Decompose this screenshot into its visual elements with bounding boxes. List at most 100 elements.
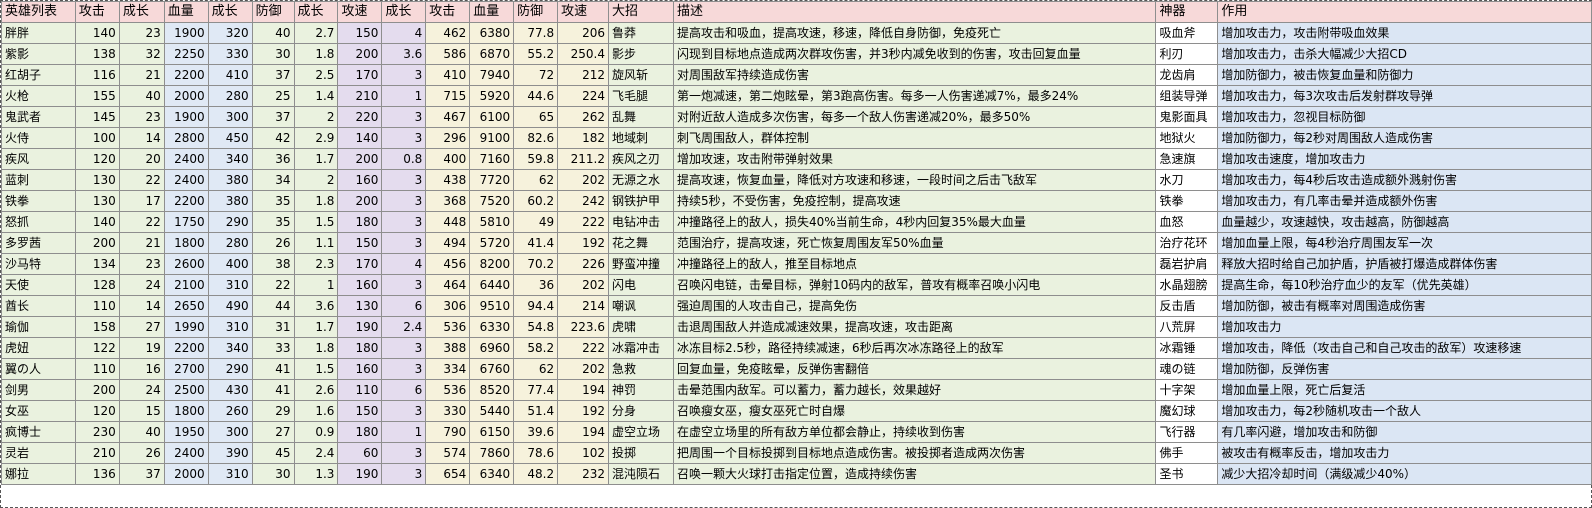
cell-artifact[interactable]: 佛手 xyxy=(1155,442,1219,464)
cell-attack-speed[interactable]: 190 xyxy=(337,316,383,338)
cell-hp-growth[interactable]: 320 xyxy=(207,22,253,44)
cell-ultimate[interactable]: 电钻冲击 xyxy=(608,211,674,233)
cell-ultimate[interactable]: 野蛮冲撞 xyxy=(608,253,674,275)
cell-defense-growth[interactable]: 2.9 xyxy=(293,127,339,149)
cell-artifact[interactable]: 地狱火 xyxy=(1155,127,1219,149)
cell-max-attack[interactable]: 456 xyxy=(425,253,471,275)
cell-max-defense[interactable]: 59.8 xyxy=(513,148,559,170)
cell-max-hp[interactable]: 6380 xyxy=(469,22,515,44)
cell-defense[interactable]: 35 xyxy=(251,211,295,233)
cell-defense-growth[interactable]: 3.6 xyxy=(293,295,339,317)
cell-defense-growth[interactable]: 1.8 xyxy=(293,190,339,212)
cell-max-hp[interactable]: 5810 xyxy=(469,211,515,233)
cell-max-attack-speed[interactable]: 202 xyxy=(557,169,610,191)
cell-max-attack[interactable]: 574 xyxy=(425,442,471,464)
cell-effect[interactable]: 被攻击有概率反击，增加攻击力 xyxy=(1217,442,1592,464)
cell-max-hp[interactable]: 6440 xyxy=(469,274,515,296)
cell-hp[interactable]: 2250 xyxy=(163,43,209,65)
cell-attack-growth[interactable]: 14 xyxy=(118,295,165,317)
cell-artifact[interactable]: 吸血斧 xyxy=(1155,22,1219,44)
cell-hero-name[interactable]: 紫影 xyxy=(1,43,76,65)
cell-defense[interactable]: 35 xyxy=(251,190,295,212)
cell-artifact[interactable]: 八荒屏 xyxy=(1155,316,1219,338)
cell-hp[interactable]: 1900 xyxy=(163,22,209,44)
cell-speed-growth[interactable]: 2.4 xyxy=(381,316,427,338)
cell-defense-growth[interactable]: 1.6 xyxy=(293,400,339,422)
cell-ultimate[interactable]: 乱舞 xyxy=(608,106,674,128)
header-hp[interactable]: 血量 xyxy=(163,1,209,23)
cell-attack-speed[interactable]: 180 xyxy=(337,337,383,359)
cell-hp[interactable]: 2700 xyxy=(163,358,209,380)
header-hp-growth[interactable]: 成长 xyxy=(207,1,253,23)
cell-effect[interactable]: 提高生命，每10秒治疗血少的友军（优先英雄） xyxy=(1217,274,1592,296)
cell-hp[interactable]: 1900 xyxy=(163,106,209,128)
cell-max-hp[interactable]: 7720 xyxy=(469,169,515,191)
cell-defense-growth[interactable]: 1.5 xyxy=(293,211,339,233)
cell-hero-name[interactable]: 灵岩 xyxy=(1,442,76,464)
cell-artifact[interactable]: 圣书 xyxy=(1155,463,1219,485)
cell-defense[interactable]: 45 xyxy=(251,442,295,464)
cell-artifact[interactable]: 磊岩护肩 xyxy=(1155,253,1219,275)
cell-max-attack[interactable]: 715 xyxy=(425,85,471,107)
cell-max-hp[interactable]: 7520 xyxy=(469,190,515,212)
cell-max-attack[interactable]: 464 xyxy=(425,274,471,296)
cell-defense[interactable]: 41 xyxy=(251,379,295,401)
cell-effect[interactable]: 增加攻击速度，增加攻击力 xyxy=(1217,148,1592,170)
cell-description[interactable]: 在虚空立场里的所有敌方单位都会静止，持续收到伤害 xyxy=(672,421,1157,443)
cell-max-attack-speed[interactable]: 224 xyxy=(557,85,610,107)
cell-effect[interactable]: 释放大招时给自己加护盾，护盾被打爆造成群体伤害 xyxy=(1217,253,1592,275)
cell-attack-growth[interactable]: 21 xyxy=(118,232,165,254)
cell-hp[interactable]: 2200 xyxy=(163,190,209,212)
cell-ultimate[interactable]: 冰霜冲击 xyxy=(608,337,674,359)
cell-max-hp[interactable]: 6960 xyxy=(469,337,515,359)
cell-ultimate[interactable]: 投掷 xyxy=(608,442,674,464)
header-attack-growth[interactable]: 成长 xyxy=(118,1,165,23)
cell-max-attack-speed[interactable]: 232 xyxy=(557,463,610,485)
cell-hero-name[interactable]: 女巫 xyxy=(1,400,76,422)
cell-max-attack[interactable]: 790 xyxy=(425,421,471,443)
cell-speed-growth[interactable]: 3 xyxy=(381,211,427,233)
cell-max-defense[interactable]: 54.8 xyxy=(513,316,559,338)
cell-max-defense[interactable]: 77.8 xyxy=(513,22,559,44)
cell-attack[interactable]: 200 xyxy=(74,232,120,254)
cell-hero-name[interactable]: 火枪 xyxy=(1,85,76,107)
cell-attack-speed[interactable]: 190 xyxy=(337,463,383,485)
cell-ultimate[interactable]: 混沌陨石 xyxy=(608,463,674,485)
cell-hp-growth[interactable]: 340 xyxy=(207,337,253,359)
cell-hero-name[interactable]: 红胡子 xyxy=(1,64,76,86)
cell-attack-growth[interactable]: 20 xyxy=(118,148,165,170)
cell-effect[interactable]: 增加攻击力，每4秒后攻击造成额外溅射伤害 xyxy=(1217,169,1592,191)
cell-attack-speed[interactable]: 200 xyxy=(337,190,383,212)
cell-attack[interactable]: 120 xyxy=(74,400,120,422)
cell-max-attack[interactable]: 448 xyxy=(425,211,471,233)
cell-attack[interactable]: 134 xyxy=(74,253,120,275)
cell-hp-growth[interactable]: 310 xyxy=(207,463,253,485)
cell-max-defense[interactable]: 48.2 xyxy=(513,463,559,485)
cell-defense[interactable]: 22 xyxy=(251,274,295,296)
cell-effect[interactable]: 增加攻击力，每2秒随机攻击一个敌人 xyxy=(1217,400,1592,422)
cell-speed-growth[interactable]: 3 xyxy=(381,337,427,359)
cell-description[interactable]: 闪现到目标地点造成两次群攻伤害，并3秒内减免收到的伤害，攻击回复血量 xyxy=(672,43,1157,65)
cell-max-attack-speed[interactable]: 202 xyxy=(557,358,610,380)
cell-hp-growth[interactable]: 490 xyxy=(207,295,253,317)
cell-defense[interactable]: 31 xyxy=(251,316,295,338)
cell-defense[interactable]: 30 xyxy=(251,43,295,65)
cell-max-defense[interactable]: 65 xyxy=(513,106,559,128)
cell-ultimate[interactable]: 钢铁护甲 xyxy=(608,190,674,212)
cell-attack[interactable]: 128 xyxy=(74,274,120,296)
cell-speed-growth[interactable]: 3 xyxy=(381,463,427,485)
cell-hp[interactable]: 2200 xyxy=(163,337,209,359)
cell-description[interactable]: 对周围敌军持续造成伤害 xyxy=(672,64,1157,86)
cell-ultimate[interactable]: 嘲讽 xyxy=(608,295,674,317)
cell-max-attack-speed[interactable]: 192 xyxy=(557,400,610,422)
cell-effect[interactable]: 减少大招冷却时间（满级减少40%） xyxy=(1217,463,1592,485)
cell-max-defense[interactable]: 62 xyxy=(513,358,559,380)
cell-attack-growth[interactable]: 15 xyxy=(118,400,165,422)
cell-defense-growth[interactable]: 2.7 xyxy=(293,22,339,44)
cell-attack-speed[interactable]: 150 xyxy=(337,232,383,254)
cell-max-hp[interactable]: 6100 xyxy=(469,106,515,128)
cell-attack[interactable]: 122 xyxy=(74,337,120,359)
cell-attack-speed[interactable]: 160 xyxy=(337,274,383,296)
cell-max-attack-speed[interactable]: 242 xyxy=(557,190,610,212)
cell-effect[interactable]: 血量越少，攻速越快，攻击越高，防御越高 xyxy=(1217,211,1592,233)
